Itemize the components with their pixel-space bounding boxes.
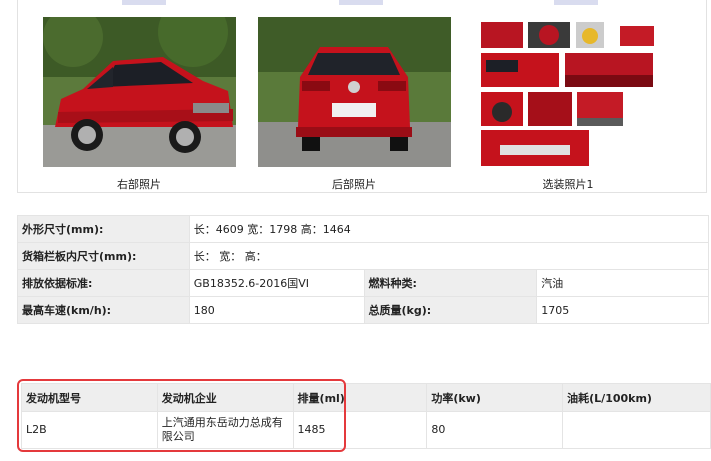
spec-value: 汽油 [536,269,709,297]
photo-watermark [339,0,383,5]
right-side-photo[interactable] [43,17,236,167]
spec-label: 外形尺寸(mm): [17,215,190,243]
photo-watermark [122,0,166,5]
table-row: 排放依据标准: GB18352.6-2016国VI 燃料种类: 汽油 [17,269,709,297]
detail-collage-image [480,20,655,168]
spec-label: 货箱栏板内尺寸(mm): [17,242,190,270]
table-cell [562,411,711,449]
table-cell: 80 [426,411,564,449]
vehicle-spec-table: 外形尺寸(mm): 长：4609 宽：1798 高：1464 货箱栏板内尺寸(m… [17,215,710,324]
photo-caption: 后部照片 [332,178,376,191]
optional-photo[interactable] [480,20,655,168]
spec-value: 长：4609 宽：1798 高：1464 [188,215,710,243]
car-side-image [43,17,236,167]
photo-watermark [554,0,598,5]
table-row: 货箱栏板内尺寸(mm): 长： 宽： 高： [17,242,710,270]
spec-value: 1705 [536,296,709,324]
spec-label: 燃料种类: [363,269,538,297]
spec-label: 总质量(kg): [363,296,538,324]
spec-value: GB18352.6-2016国VI [188,269,365,297]
photo-caption: 选装照片1 [542,178,594,191]
spec-value: 180 [188,296,365,324]
spec-label: 最高车速(km/h): [17,296,190,324]
table-row: 最高车速(km/h): 180 总质量(kg): 1705 [17,296,709,324]
table-row: 外形尺寸(mm): 长：4609 宽：1798 高：1464 [17,215,710,243]
photo-panel: 右部照片 后部照片 选装照片1 [17,0,707,193]
car-rear-image [258,17,451,167]
column-header: 功率(kw) [426,383,564,412]
rear-photo[interactable] [258,17,451,167]
photo-caption: 右部照片 [117,178,161,191]
spec-label: 排放依据标准: [17,269,190,297]
spec-value: 长： 宽： 高： [188,242,710,270]
column-header: 油耗(L/100km) [562,383,711,412]
highlight-annotation [17,379,346,452]
